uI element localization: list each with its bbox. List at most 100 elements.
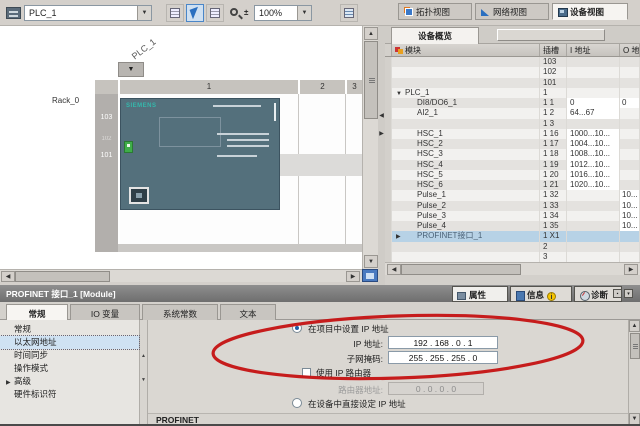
properties-nav-item[interactable]: 操作模式 (0, 362, 139, 375)
table-row[interactable]: 2 (385, 242, 640, 252)
table-row[interactable]: 101 (385, 78, 640, 88)
radio-set-ip-on-device[interactable] (292, 398, 302, 408)
chevron-down-icon[interactable]: ▼ (137, 6, 151, 20)
table-row[interactable]: HSC_6 1 21 1020...10... (385, 180, 640, 190)
device-icon (558, 7, 567, 16)
expander-icon[interactable]: ▶ (396, 232, 405, 241)
device-view-canvas[interactable]: PLC_1 ▼ 1 2 3 Rack_0 103 102 101 SIEMENS (0, 26, 362, 269)
cpu-module[interactable]: SIEMENS (120, 98, 280, 210)
table-row[interactable]: Pulse_3 1 34 10... (385, 211, 640, 221)
vscroll-thumb[interactable] (364, 41, 378, 119)
table-row[interactable]: HSC_5 1 20 1016...10... (385, 170, 640, 180)
device-selector-combo[interactable]: PLC_1 ▼ (24, 5, 152, 21)
scroll-up-icon[interactable]: ▲ (364, 27, 378, 40)
table-row[interactable]: ▶PROFINET接口_1 1 X1 (385, 231, 640, 241)
splitter-collapse-right-icon[interactable]: ▶ (378, 130, 385, 137)
table-row[interactable]: HSC_4 1 19 1012...10... (385, 160, 640, 170)
panel-window-icon[interactable]: ▪ (613, 289, 622, 298)
subtab-texts[interactable]: 文本 (220, 304, 276, 320)
subtab-io-tags[interactable]: IO 变量 (70, 304, 140, 320)
scroll-left-icon[interactable]: ◀ (1, 271, 15, 282)
table-row[interactable]: HSC_2 1 17 1004...10... (385, 139, 640, 149)
cell-module: HSC_4 (392, 160, 540, 170)
zoom-plusminus-icon[interactable]: ± (244, 8, 248, 17)
subnet-mask-field[interactable]: 255 . 255 . 255 . 0 (388, 351, 498, 364)
properties-nav-item[interactable]: 硬件标识符 (0, 388, 139, 401)
expander-icon[interactable]: ▼ (396, 89, 405, 98)
cell-slot: 1 2 (540, 108, 567, 118)
scroll-right-icon[interactable]: ▶ (624, 264, 638, 275)
zoom-icon[interactable] (230, 8, 238, 16)
scroll-up-icon[interactable]: ▲ (141, 354, 146, 359)
tab-properties[interactable]: 属性 (452, 286, 508, 302)
table-row[interactable]: HSC_1 1 16 1000...10... (385, 129, 640, 139)
ethernet-address-form: 在项目中设置 IP 地址 IP 地址: 192 . 168 . 0 . 1 子网… (148, 320, 628, 426)
table-row[interactable]: 1 3 (385, 119, 640, 129)
device-view-vscrollbar[interactable]: ▲ ▼ (362, 26, 378, 282)
scroll-right-icon[interactable]: ▶ (346, 271, 360, 282)
rack-bottom-band (95, 244, 362, 252)
use-ip-router-label: 使用 IP 路由器 (316, 367, 371, 379)
table-row[interactable]: 102 (385, 67, 640, 77)
subtab-general[interactable]: 常规 (6, 304, 68, 320)
snap-grid-button[interactable] (206, 4, 224, 22)
table-row[interactable]: Pulse_1 1 32 10... (385, 190, 640, 200)
pane-options-button[interactable] (340, 4, 358, 22)
tab-device-overview[interactable]: 设备概览 (391, 27, 479, 44)
header-slot[interactable]: 插槽 (540, 44, 567, 56)
select-mode-button[interactable] (186, 4, 204, 22)
overview-filter-box[interactable] (497, 29, 605, 41)
tab-topology-view[interactable]: 拓扑视图 (398, 3, 472, 20)
form-vscrollbar[interactable]: ▲ ▼ (628, 320, 640, 426)
scroll-down-icon[interactable]: ▼ (141, 378, 146, 383)
nav-scrollbar[interactable]: ▲ ▼ (140, 320, 148, 426)
scroll-up-icon[interactable]: ▲ (629, 320, 640, 332)
device-view-hscrollbar[interactable]: ◀ ▶ (0, 269, 362, 282)
cursor-icon (190, 7, 202, 19)
scroll-down-icon[interactable]: ▼ (364, 255, 378, 268)
hscroll-thumb[interactable] (401, 264, 521, 275)
properties-nav-item[interactable]: 以太网地址 (0, 336, 139, 349)
cell-module: HSC_3 (392, 149, 540, 159)
table-row[interactable]: HSC_3 1 18 1008...10... (385, 149, 640, 159)
cell-module (392, 57, 540, 67)
table-row[interactable]: DI8/DO6_1 1 1 0 0 (385, 98, 640, 108)
row-select-margin (385, 88, 392, 98)
radio-set-ip-in-project[interactable] (292, 323, 302, 333)
table-row[interactable]: ▼PLC_1 1 (385, 88, 640, 98)
tab-device-view[interactable]: 设备视图 (552, 3, 628, 20)
header-o-address[interactable]: O 地址 (620, 44, 640, 56)
table-row[interactable]: Pulse_2 1 33 10... (385, 201, 640, 211)
fit-to-view-button[interactable] (362, 269, 378, 282)
zoom-level-combo[interactable]: 100% ▼ (254, 5, 312, 21)
vscroll-thumb[interactable] (630, 333, 640, 359)
subtab-system-constants[interactable]: 系统常数 (142, 304, 218, 320)
properties-nav-item[interactable]: 时间同步 (0, 349, 139, 362)
table-row[interactable]: 3 (385, 252, 640, 262)
profinet-port[interactable] (129, 187, 149, 204)
table-row[interactable]: AI2_1 1 2 64...67 (385, 108, 640, 118)
table-row[interactable]: 103 (385, 57, 640, 67)
tab-network-view[interactable]: 网络视图 (475, 3, 549, 20)
table-row[interactable]: Pulse_4 1 35 10... (385, 221, 640, 231)
ip-address-field[interactable]: 192 . 168 . 0 . 1 (388, 336, 498, 349)
info-warning-badge: i (547, 292, 556, 301)
grid-view-button[interactable] (166, 4, 184, 22)
panel-collapse-icon[interactable]: ▾ (624, 289, 633, 298)
chevron-down-icon[interactable]: ▼ (297, 6, 311, 20)
use-ip-router-checkbox[interactable] (302, 368, 311, 377)
tab-info[interactable]: 信息i (510, 286, 572, 302)
splitter-collapse-left-icon[interactable]: ◀ (378, 112, 385, 119)
properties-nav-item[interactable]: ▶高级 (0, 375, 139, 388)
properties-nav-item[interactable]: 常规 (0, 323, 139, 336)
header-module[interactable]: 模块 (392, 44, 540, 56)
rack-dropdown-button[interactable]: ▼ (118, 62, 144, 77)
scroll-left-icon[interactable]: ◀ (387, 264, 401, 275)
row-select-margin (385, 67, 392, 77)
cell-module: HSC_6 (392, 180, 540, 190)
scroll-down-icon[interactable]: ▼ (629, 413, 640, 425)
overview-hscrollbar[interactable]: ◀ ▶ (385, 262, 640, 275)
hscroll-thumb[interactable] (15, 271, 110, 282)
header-i-address[interactable]: I 地址 (567, 44, 620, 56)
pane-splitter[interactable]: ◀ ▶ (378, 26, 385, 285)
